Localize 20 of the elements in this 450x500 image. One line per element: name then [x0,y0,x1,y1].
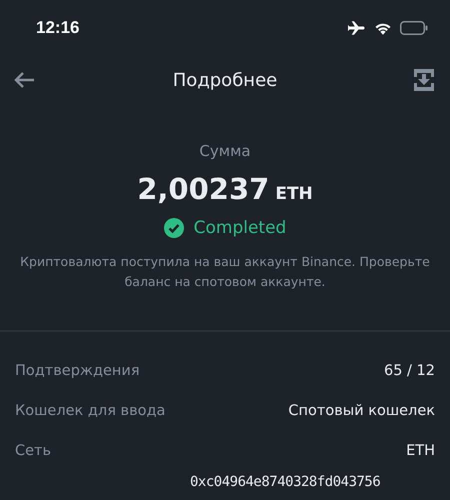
status-time: 12:16 [36,18,80,38]
back-arrow-icon [12,70,36,90]
amount-value: 2,00237 [137,172,270,206]
status-message: Криптовалюта поступила на ваш аккаунт Binance. Проверьте баланс на спотовом аккаунте. [20,253,430,291]
battery-icon [400,21,428,35]
detail-value: 65 / 12 [384,363,435,379]
airplane-icon [348,20,366,36]
detail-value: Спотовый кошелек [288,403,435,419]
amount-label: Сумма [199,142,251,160]
detail-value: ETH [406,443,435,459]
page-title: Подробнее [172,70,278,90]
detail-label: Сеть [15,443,52,459]
detail-label: Кошелек для ввода [15,403,166,419]
currency-label: ETH [275,184,313,204]
detail-label: Подтверждения [15,363,140,379]
address-value: 0xc04964e8740328fd043756 [190,474,382,490]
download-icon [414,69,434,91]
status-text: Completed [194,218,286,238]
download-button[interactable] [412,67,436,93]
wifi-icon [374,21,392,35]
